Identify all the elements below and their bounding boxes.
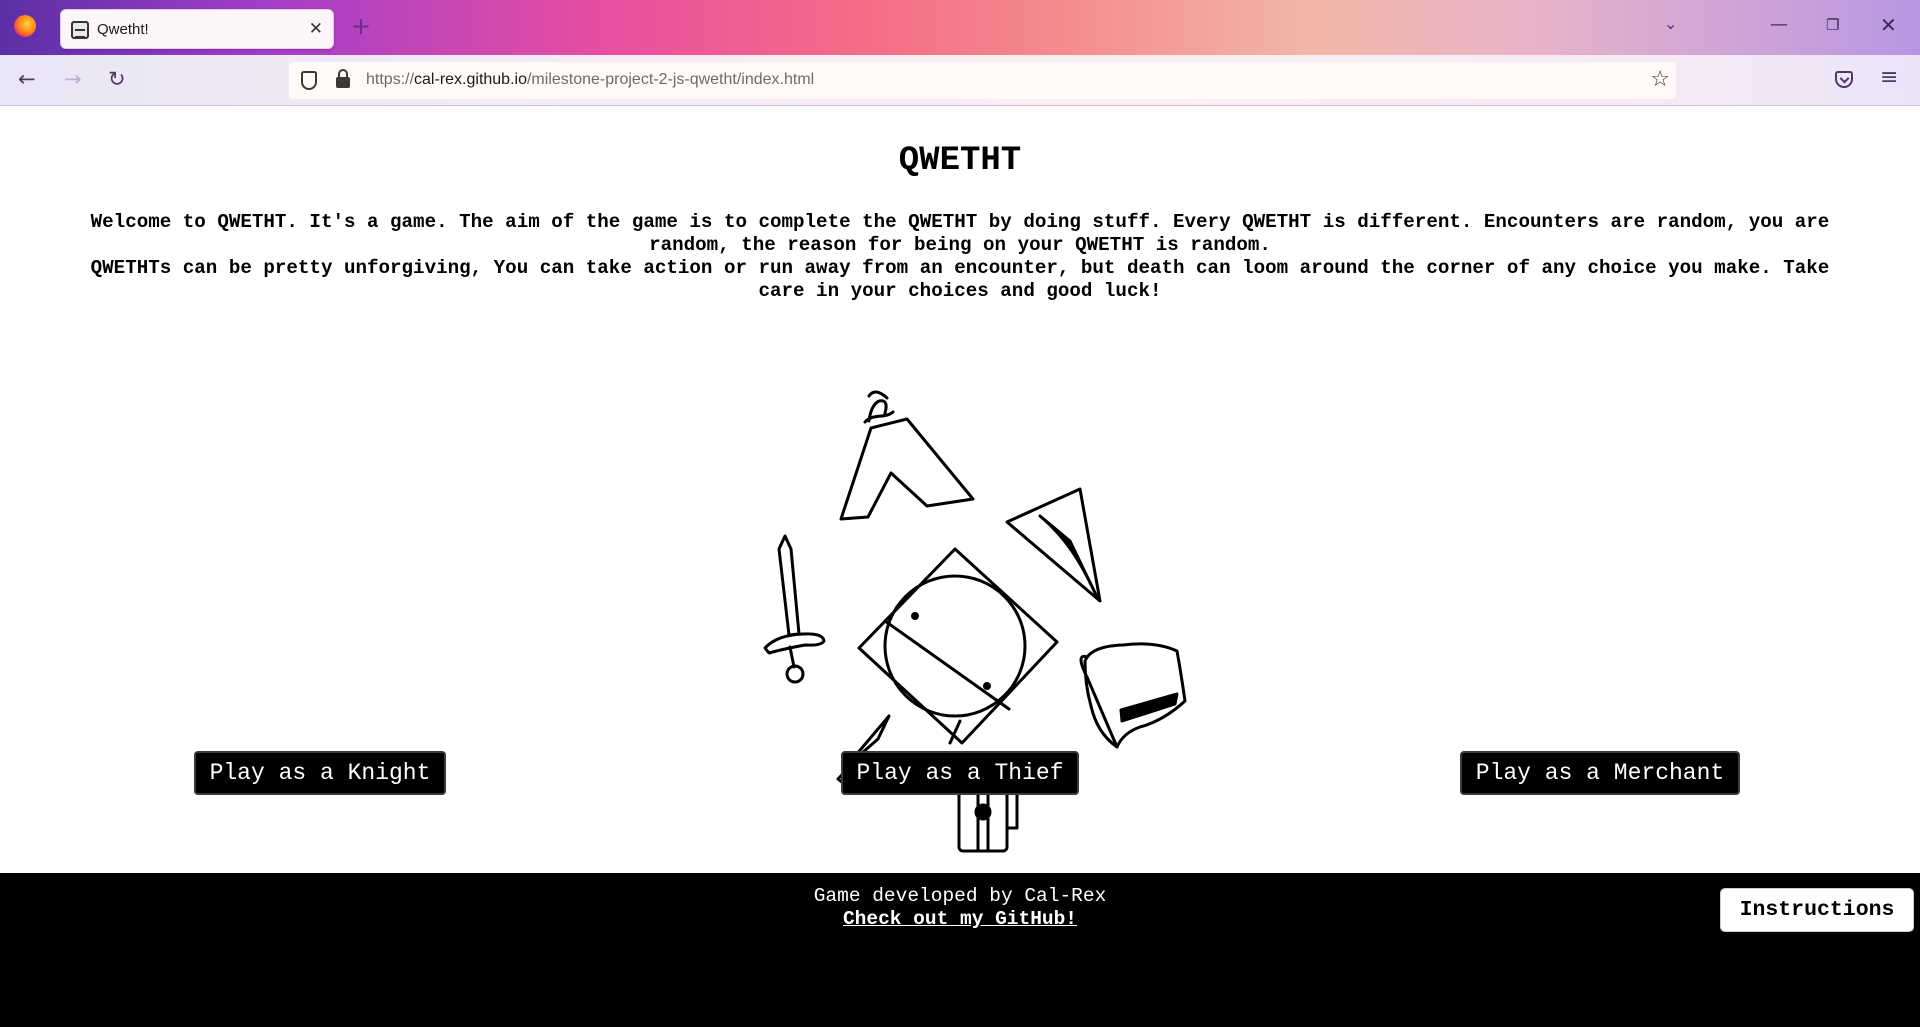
- forward-button[interactable]: →: [64, 67, 82, 91]
- intro-paragraph-2: QWETHTs can be pretty unforgiving, You c…: [90, 257, 1830, 302]
- minimize-button[interactable]: —: [1770, 13, 1788, 37]
- pocket-icon[interactable]: [1835, 71, 1853, 88]
- intro-paragraph-1: Welcome to QWETHT. It's a game. The aim …: [90, 211, 1830, 256]
- play-knight-button[interactable]: Play as a Knight: [194, 751, 446, 795]
- url-host: cal-rex.github.io: [414, 71, 527, 88]
- intro-text: Welcome to QWETHT. It's a game. The aim …: [90, 211, 1830, 303]
- url-bar[interactable]: https://cal-rex.github.io/milestone-proj…: [289, 62, 1676, 99]
- star-icon[interactable]: ☆: [1650, 67, 1670, 93]
- shield-icon[interactable]: [301, 71, 317, 90]
- tab-close-icon[interactable]: ✕: [309, 19, 323, 39]
- url-protocol: https://: [366, 71, 415, 88]
- browser-navbar: ← → ↻ https://cal-rex.github.io/mileston…: [0, 55, 1920, 106]
- scroll-icon: [1005, 487, 1102, 603]
- sword-icon: [763, 534, 826, 684]
- url-text[interactable]: https://cal-rex.github.io/milestone-proj…: [366, 71, 814, 89]
- footer: Game developed by Cal-Rex Check out my G…: [0, 873, 1920, 1027]
- page-content: QWETHT Welcome to QWETHT. It's a game. T…: [0, 106, 1920, 1027]
- back-button[interactable]: ←: [18, 67, 36, 91]
- tab-qwetht[interactable]: Qwetht! ✕: [60, 9, 334, 49]
- footer-credit: Game developed by Cal-Rex: [813, 885, 1107, 907]
- tab-list-chevron-icon[interactable]: ⌄: [1664, 14, 1677, 33]
- reload-button[interactable]: ↻: [108, 67, 126, 91]
- close-window-button[interactable]: ✕: [1880, 13, 1897, 37]
- new-tab-button[interactable]: +: [351, 12, 371, 40]
- browser-titlebar: Qwetht! ✕ + ⌄ — ❐ ✕: [0, 0, 1920, 55]
- instructions-button[interactable]: Instructions: [1720, 888, 1914, 932]
- tab-title: Qwetht!: [97, 21, 149, 38]
- restore-button[interactable]: ❐: [1826, 13, 1839, 37]
- github-link[interactable]: Check out my GitHub!: [843, 908, 1077, 930]
- play-merchant-button[interactable]: Play as a Merchant: [1460, 751, 1740, 795]
- page-title: QWETHT: [898, 142, 1022, 180]
- firefox-logo-icon[interactable]: [14, 15, 36, 37]
- shield-emblem: [857, 547, 1059, 745]
- lock-icon[interactable]: [336, 69, 350, 88]
- footer-github-row: Check out my GitHub!: [0, 908, 1920, 930]
- play-thief-button[interactable]: Play as a Thief: [841, 751, 1079, 795]
- top-hat-icon: [1079, 642, 1187, 749]
- menu-icon[interactable]: ≡: [1880, 65, 1898, 91]
- url-path: /milestone-project-2-js-qwetht/index.htm…: [526, 71, 815, 88]
- hook-icon: [839, 390, 975, 521]
- favicon-icon: [71, 21, 89, 39]
